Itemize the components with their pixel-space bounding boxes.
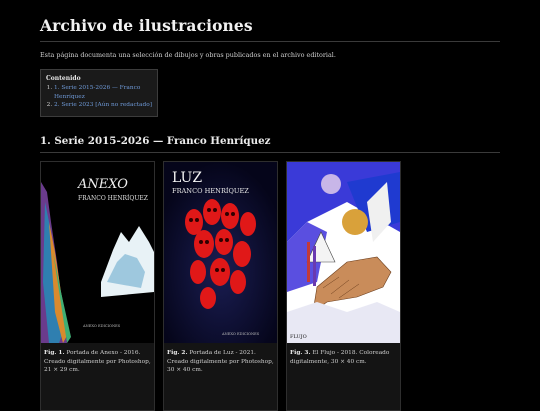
toc-item: 2. Serie 2023 [Aún no redactado] xyxy=(54,101,152,110)
cover-publisher: ANEXO EDICIONES xyxy=(221,332,260,336)
section-heading: 1. Serie 2015-2026 — Franco Henríquez xyxy=(40,135,271,147)
toc-list: 1. Serie 2015-2026 — FrancoHenríquez 2. … xyxy=(46,84,152,110)
figure-card: ANEXO FRANCO HENRÍQUEZ ANEXO EDICIONES F… xyxy=(40,161,155,411)
cover-title: ANEXO xyxy=(77,177,128,192)
toc-item: 1. Serie 2015-2026 — FrancoHenríquez xyxy=(54,84,152,101)
title-divider xyxy=(40,41,500,42)
cover-title: FLUJO xyxy=(290,334,307,340)
figure-card: LUZ FRANCO HENRÍQUEZ ANEXO EDICIONES Fig… xyxy=(163,161,278,411)
toc-link-serie-2015[interactable]: 1. Serie 2015-2026 — Franco Henríquez xyxy=(54,85,140,100)
cover-title: LUZ xyxy=(172,170,202,186)
figure-image-anexo[interactable]: ANEXO FRANCO HENRÍQUEZ ANEXO EDICIONES xyxy=(41,162,154,343)
figure-caption: Fig. 3. El Flujo - 2018. Coloreado digit… xyxy=(290,350,390,365)
table-of-contents: Contenido 1. Serie 2015-2026 — FrancoHen… xyxy=(40,69,158,117)
toc-title: Contenido xyxy=(46,75,81,82)
toc-link-serie-2023[interactable]: 2. Serie 2023 [Aún no redactado] xyxy=(54,102,152,108)
figure-image-luz[interactable]: LUZ FRANCO HENRÍQUEZ ANEXO EDICIONES xyxy=(164,162,277,343)
page-title: Archivo de ilustraciones xyxy=(40,16,253,35)
figure-caption: Fig. 2. Portada de Luz - 2021. Creado di… xyxy=(167,350,274,374)
cover-author: FRANCO HENRÍQUEZ xyxy=(78,195,148,202)
section-divider xyxy=(40,152,500,153)
figure-caption: Fig. 1. Portada de Anexo - 2016. Creado … xyxy=(44,350,151,374)
cover-author: FRANCO HENRÍQUEZ xyxy=(172,186,249,195)
cover-publisher: ANEXO EDICIONES xyxy=(82,324,121,328)
intro-paragraph: Esta página documenta una selección de d… xyxy=(40,51,336,59)
figure-card: FLUJO Fig. 3. El Flujo - 2018. Coloreado… xyxy=(286,161,401,411)
figure-image-flujo[interactable]: FLUJO xyxy=(287,162,400,343)
